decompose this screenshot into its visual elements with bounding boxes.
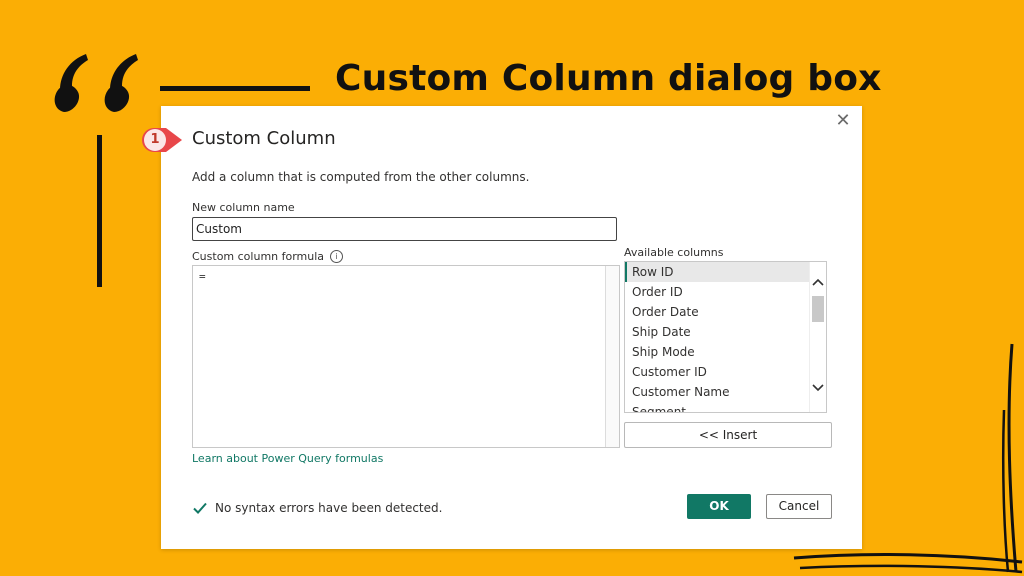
column-item[interactable]: Row ID (625, 262, 826, 282)
cancel-button[interactable]: Cancel (766, 494, 832, 519)
formula-scrollbar[interactable] (605, 266, 619, 447)
column-item[interactable]: Order ID (625, 282, 826, 302)
available-columns-label: Available columns (624, 246, 724, 259)
column-item[interactable]: Ship Mode (625, 342, 826, 362)
quote-marks-icon (54, 54, 138, 112)
decorative-horizontal-line (160, 86, 310, 91)
formula-text: = (199, 270, 206, 283)
info-icon[interactable]: i (330, 250, 344, 263)
scroll-thumb[interactable] (812, 296, 824, 322)
chevron-up-icon[interactable] (810, 276, 826, 292)
column-item[interactable]: Order Date (625, 302, 826, 322)
new-column-label: New column name (192, 201, 295, 214)
columns-scrollbar[interactable] (809, 262, 826, 412)
checkmark-icon (193, 502, 207, 514)
column-item[interactable]: Customer ID (625, 362, 826, 382)
decorative-vertical-line (97, 135, 102, 287)
chevron-down-icon[interactable] (810, 382, 826, 398)
new-column-name-input[interactable]: Custom (192, 217, 617, 241)
learn-power-query-link[interactable]: Learn about Power Query formulas (192, 452, 383, 465)
formula-label-row: Custom column formula i (192, 250, 344, 263)
step-marker: 1 (134, 126, 186, 154)
close-icon[interactable]: ✕ (834, 112, 852, 130)
custom-column-dialog: ✕ 1 Custom Column Add a column that is c… (142, 106, 862, 549)
insert-button[interactable]: << Insert (624, 422, 832, 448)
dialog-title: Custom Column (192, 128, 336, 149)
dialog-subtitle: Add a column that is computed from the o… (192, 170, 530, 184)
formula-label: Custom column formula (192, 250, 325, 263)
page-heading: Custom Column dialog box (335, 58, 882, 99)
syntax-status: No syntax errors have been detected. (192, 500, 442, 516)
step-number: 1 (144, 129, 166, 151)
column-item[interactable]: Customer Name (625, 382, 826, 402)
column-item[interactable]: Segment (625, 402, 826, 412)
ok-button[interactable]: OK (687, 494, 751, 519)
column-item[interactable]: Ship Date (625, 322, 826, 342)
available-columns-list[interactable]: Row ID Order ID Order Date Ship Date Shi… (624, 261, 827, 413)
formula-editor[interactable]: = (192, 265, 620, 448)
syntax-status-text: No syntax errors have been detected. (215, 501, 443, 515)
